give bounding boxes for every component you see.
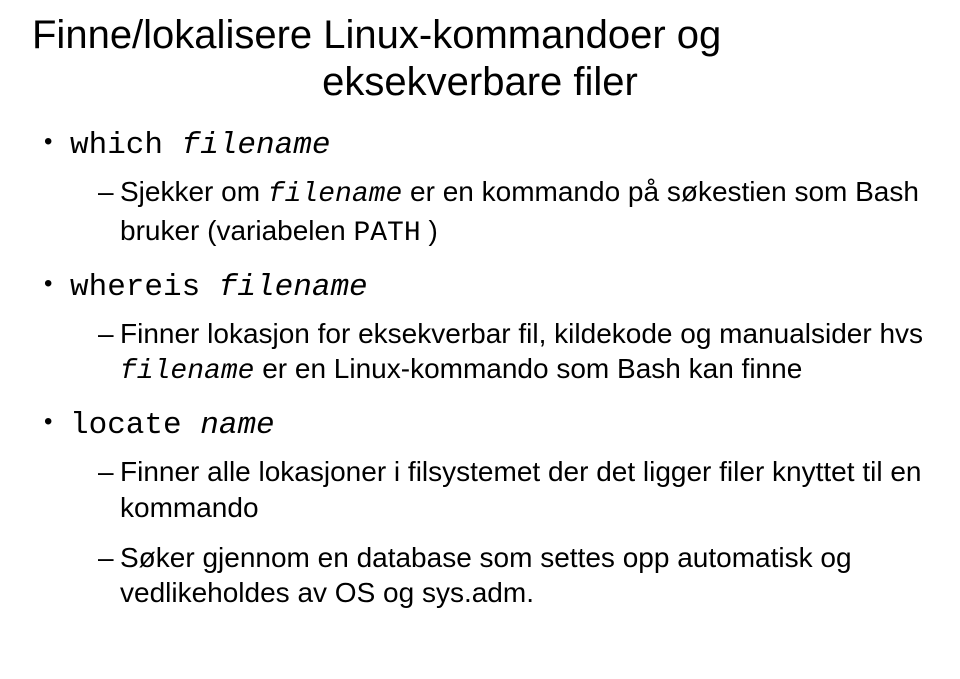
title-line-2: eksekverbare filer [32,59,928,106]
sub-item: Finner alle lokasjoner i filsystemet der… [98,454,928,526]
cmd-whereis: whereis [70,270,219,305]
slide: Finne/lokalisere Linux-kommandoer og eks… [0,0,960,679]
arg-which: filename [182,128,331,163]
sub-item: Finner lokasjon for eksekverbar fil, kil… [98,316,928,391]
sub-item: Sjekker om filename er en kommando på sø… [98,174,928,252]
bullet-which: which filename Sjekker om filename er en… [44,124,928,251]
cmd-which: which [70,128,182,163]
sub-list: Finner alle lokasjoner i filsystemet der… [70,454,928,611]
bullet-whereis: whereis filename Finner lokasjon for eks… [44,266,928,390]
code: filename [268,179,402,210]
sub-item: Søker gjennom en database som settes opp… [98,540,928,612]
cmd-locate: locate [70,408,200,443]
sub-list: Sjekker om filename er en kommando på sø… [70,174,928,252]
text: Finner lokasjon for eksekverbar fil, kil… [120,318,923,349]
arg-locate: name [200,408,274,443]
arg-whereis: filename [219,270,368,305]
text: Søker gjennom en database som settes opp… [120,542,852,609]
slide-title: Finne/lokalisere Linux-kommandoer og eks… [32,12,928,106]
code: filename [120,356,254,387]
sub-list: Finner lokasjon for eksekverbar fil, kil… [70,316,928,391]
text: Sjekker om [120,176,268,207]
text: Finner alle lokasjoner i filsystemet der… [120,456,921,523]
bullet-list: which filename Sjekker om filename er en… [32,124,928,611]
text: er en Linux-kommando som Bash kan finne [254,353,802,384]
code: PATH [353,218,420,249]
bullet-locate: locate name Finner alle lokasjoner i fil… [44,404,928,611]
text: ) [421,215,438,246]
title-line-1: Finne/lokalisere Linux-kommandoer og [32,12,928,59]
